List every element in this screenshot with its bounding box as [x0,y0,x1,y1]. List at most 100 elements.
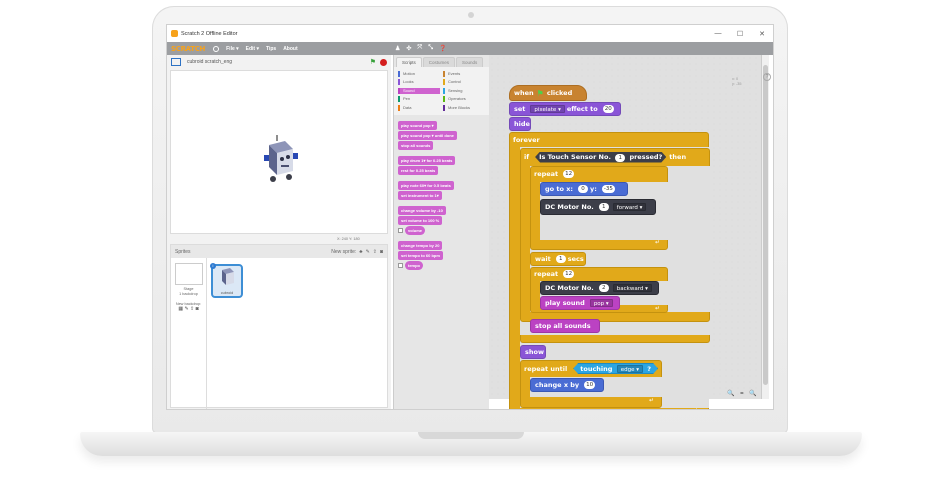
go-to-xy-block[interactable]: go to x: 0 y: -35 [540,182,628,196]
motor-2-number-input[interactable]: 2 [598,284,609,292]
presentation-mode-icon[interactable] [171,58,181,66]
grow-icon[interactable]: ⤧ [417,45,422,52]
play-sound-block[interactable]: play sound pop ▾ [540,296,620,310]
language-globe-icon[interactable] [213,45,220,52]
palette-block-change-tempo[interactable]: change tempo by 20 [398,241,443,250]
stage-panel: cubroid scratch_eng ⚑ X: 240 Y: 180 Spri… [167,55,391,409]
palette-block-tempo[interactable]: tempo [405,261,423,270]
minimize-button[interactable]: — [707,30,729,38]
set-effect-block[interactable]: set pixelate ▾ effect to 20 [509,102,621,116]
repeat-1-count-input[interactable]: 12 [563,170,575,178]
category-sound[interactable]: Sound [398,87,440,94]
category-control[interactable]: Control [443,79,485,86]
close-button[interactable]: ✕ [751,30,773,38]
y-input[interactable]: -35 [601,185,615,193]
motor-1-number-input[interactable]: 1 [598,203,609,211]
category-motion[interactable]: Motion [398,71,440,77]
dc-motor-forward-block[interactable]: DC Motor No. 1 forward ▾ [540,199,656,215]
shrink-icon[interactable]: ⤡ [428,45,433,52]
change-x-block[interactable]: change x by 10 [530,378,604,392]
tempo-checkbox[interactable] [398,263,403,269]
project-name[interactable]: cubroid scratch_eng [187,59,232,65]
camera-sprite-icon[interactable]: ◙ [380,249,383,255]
palette-block-rest[interactable]: rest for 0.25 beats [398,166,439,175]
palette-block-play-drum[interactable]: play drum 1▾ for 0.25 beats [398,156,456,165]
tab-costumes[interactable]: Costumes [422,57,456,67]
sound-dropdown[interactable]: pop ▾ [589,299,613,307]
paint-backdrop-icon[interactable]: ✎ [184,306,188,312]
stop-icon[interactable] [380,58,387,66]
palette-block-set-instrument[interactable]: set instrument to 1▾ [398,191,442,200]
category-more-blocks[interactable]: More Blocks [443,104,485,111]
category-pen[interactable]: Pen [398,96,440,103]
maximize-button[interactable]: ☐ [729,30,751,38]
wait-block[interactable]: wait 1 secs [530,252,586,266]
touching-condition[interactable]: touching edge ▾ ? [573,363,658,374]
category-events[interactable]: Events [443,71,485,77]
scripts-area[interactable]: when ⚑ clicked set pixelate ▾ effect to … [489,55,761,409]
scratch-logo[interactable]: SCRATCH [171,45,205,53]
motor-1-direction-dropdown[interactable]: forward ▾ [612,203,647,211]
menu-edit[interactable]: Edit ▾ [246,46,259,52]
category-operators[interactable]: Operators [443,96,485,103]
tab-sounds[interactable]: Sounds [456,57,484,67]
green-flag-icon[interactable]: ⚑ [370,58,376,66]
tab-scripts[interactable]: Scripts [396,57,422,67]
duplicate-icon[interactable]: ♟ [395,45,400,52]
stop-all-sounds-block[interactable]: stop all sounds [530,319,600,333]
scripts-scrollbar[interactable] [761,55,769,399]
sprite-info-icon[interactable]: i [210,263,216,269]
touching-target-dropdown[interactable]: edge ▾ [617,365,643,373]
help-icon[interactable]: ❓ [439,45,446,52]
when-flag-clicked-block[interactable]: when ⚑ clicked [509,85,587,101]
upload-backdrop-icon[interactable]: ⇪ [190,306,194,312]
block-palette: Scripts Costumes Sounds Motion Events Lo… [393,55,489,409]
change-x-input[interactable]: 10 [584,381,596,389]
palette-block-stop-all-sounds[interactable]: stop all sounds [398,141,434,150]
camera-backdrop-icon[interactable]: ◙ [196,306,199,312]
sprite-library-icon[interactable]: ♣ [359,249,362,255]
help-icon[interactable]: ? [763,73,771,81]
motor-2-direction-dropdown[interactable]: backward ▾ [612,284,652,292]
palette-block-set-volume[interactable]: set volume to 100 % [398,216,443,225]
palette-block-play-sound-until-done[interactable]: play sound pop ▾ until done [398,131,457,140]
repeat-2-label: repeat [534,270,559,278]
sprite-tile-cubroid[interactable]: i cubroid [210,263,243,298]
backdrop-library-icon[interactable]: ▦ [178,306,183,312]
scratch-app-icon [171,30,178,37]
volume-checkbox[interactable] [398,228,403,234]
upload-sprite-icon[interactable]: ⇪ [373,249,377,255]
category-data[interactable]: Data [398,104,440,111]
cubroid-sprite-icon[interactable] [171,71,389,235]
scrollbar-thumb[interactable] [763,65,768,385]
delete-icon[interactable]: ✣ [406,45,411,52]
show-block[interactable]: show [520,345,546,359]
category-looks[interactable]: Looks [398,79,440,86]
dc-motor-backward-block[interactable]: DC Motor No. 2 backward ▾ [540,281,659,295]
category-sensing[interactable]: Sensing [443,87,485,94]
palette-block-set-tempo[interactable]: set tempo to 60 bpm [398,251,443,260]
palette-block-play-sound[interactable]: play sound pop ▾ [398,121,437,130]
stage-canvas[interactable] [170,70,388,234]
repeat-2-count-input[interactable]: 12 [563,270,575,278]
repeat-until-label: repeat until [524,364,568,373]
dc-motor-2-label: DC Motor No. [545,284,594,292]
sensor-number-input[interactable]: 1 [615,154,625,162]
wait-seconds-input[interactable]: 1 [555,255,566,263]
touch-sensor-condition[interactable]: Is Touch Sensor No. 1 pressed? [535,152,666,163]
hide-block[interactable]: hide [509,117,531,131]
zoom-controls[interactable]: 🔍 = 🔍 [727,390,759,397]
palette-block-change-volume[interactable]: change volume by -10 [398,206,446,215]
menu-tips[interactable]: Tips [266,46,276,52]
paint-sprite-icon[interactable]: ✎ [366,249,370,255]
new-sprite-label: New sprite: [331,248,357,255]
sprites-header: Sprites New sprite: ♣ ✎ ⇪ ◙ [171,245,387,258]
menu-about[interactable]: About [283,46,297,52]
stage-thumbnail[interactable] [175,263,203,285]
effect-value-input[interactable]: 20 [602,105,614,113]
palette-block-volume[interactable]: volume [405,226,426,235]
palette-block-play-note[interactable]: play note 60▾ for 0.5 beats [398,181,454,190]
x-input[interactable]: 0 [578,185,589,193]
menu-file[interactable]: File ▾ [226,46,239,52]
effect-dropdown[interactable]: pixelate ▾ [530,105,565,113]
